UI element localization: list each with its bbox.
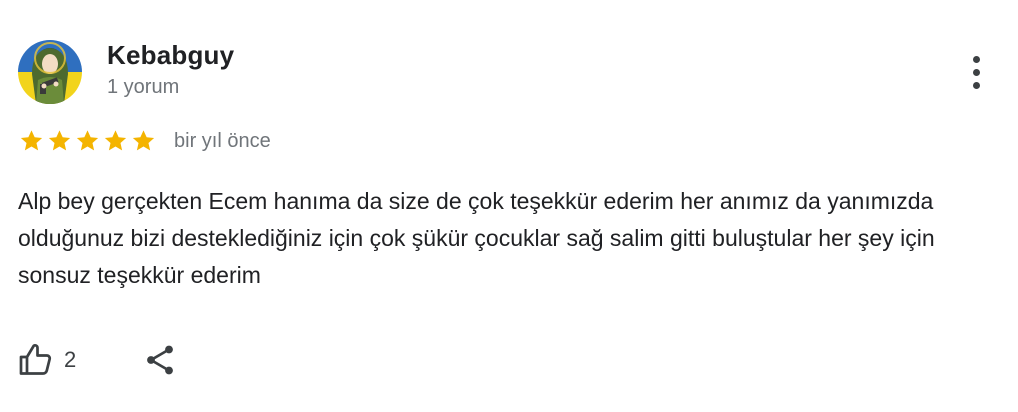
like-count: 2 (64, 347, 77, 372)
star-icon (104, 130, 127, 151)
rating-row: bir yıl önce (18, 128, 271, 154)
thumb-up-icon (19, 344, 52, 375)
share-button[interactable] (142, 342, 178, 378)
more-vert-icon (972, 55, 980, 63)
avatar-image (18, 40, 82, 104)
review-date: bir yıl önce (174, 129, 271, 152)
more-options-button[interactable] (958, 52, 994, 92)
more-vert-icon-dot (972, 81, 980, 89)
more-vert-icon-dot (972, 68, 980, 76)
review-actions: 2 (18, 342, 178, 378)
avatar[interactable] (18, 40, 82, 104)
star-rating (18, 128, 157, 154)
star-icon (132, 130, 155, 151)
star-icon (20, 130, 43, 151)
author-review-count: 1 yorum (107, 76, 180, 98)
review-card: Kebabguy 1 yorum bir yıl önce Alp bey ge… (0, 0, 1018, 412)
star-icon (76, 130, 99, 151)
share-icon (147, 345, 174, 375)
like-button[interactable]: 2 (18, 342, 76, 378)
review-text: Alp bey gerçekten Ecem hanıma da size de… (18, 188, 935, 288)
star-icon (48, 130, 71, 151)
author-name[interactable]: Kebabguy (107, 40, 234, 71)
